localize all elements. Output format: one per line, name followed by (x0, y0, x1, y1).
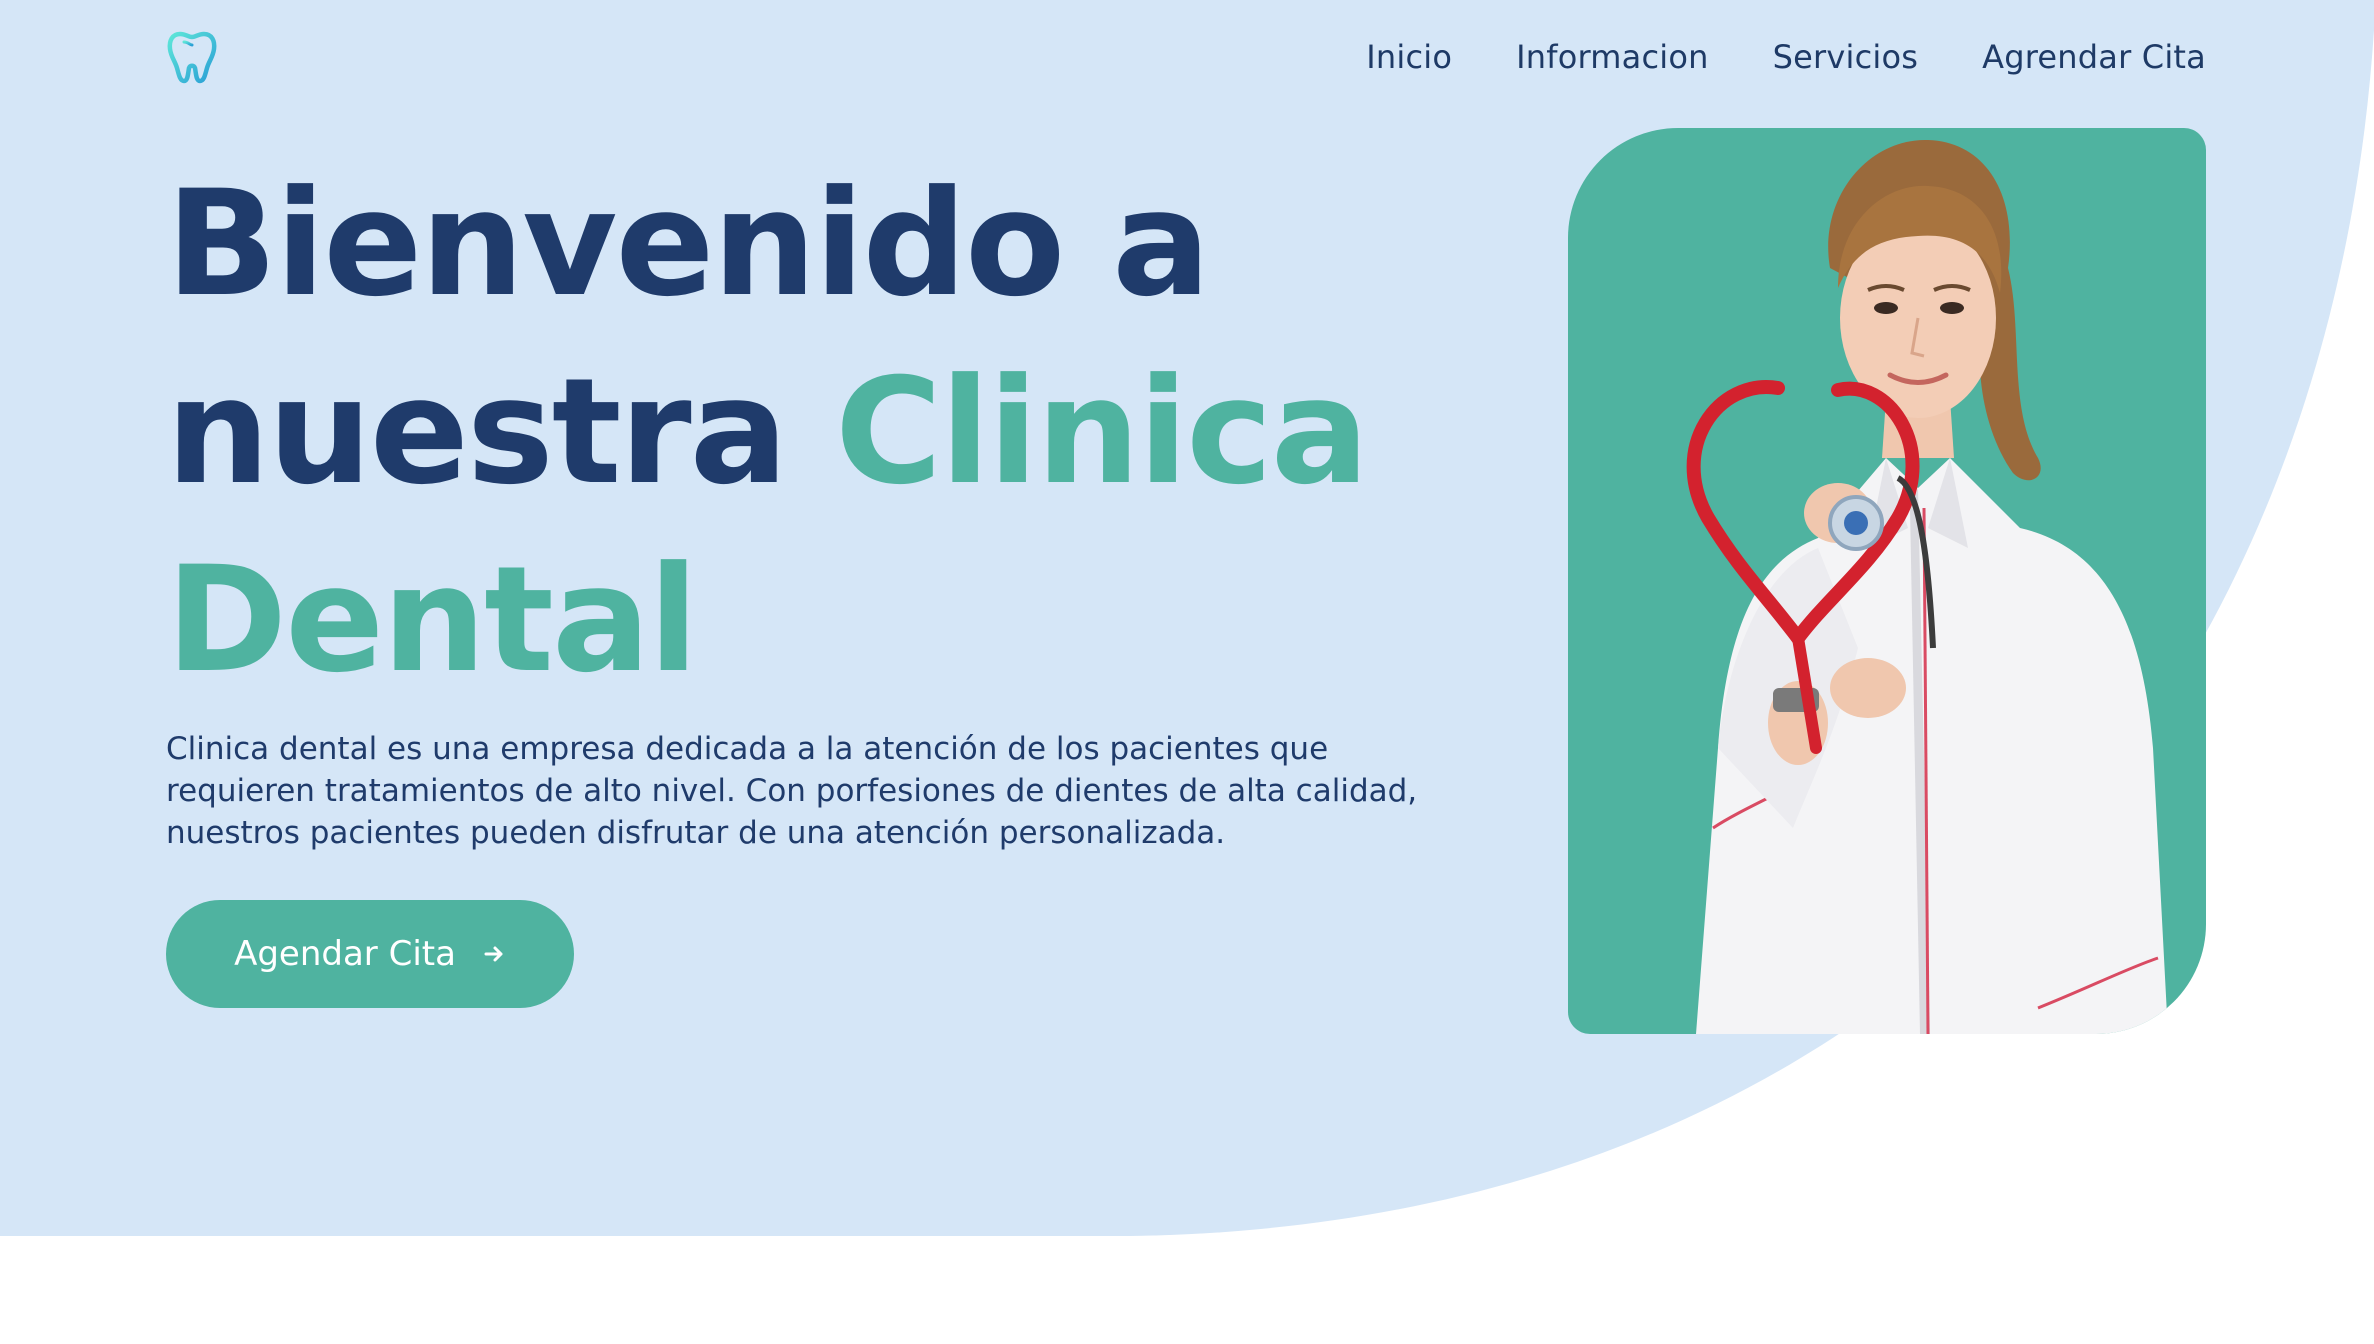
nav-link-inicio[interactable]: Inicio (1366, 38, 1452, 76)
hero-title-line3-accent: Dental (166, 535, 699, 705)
tooth-icon[interactable] (166, 30, 218, 84)
hero-description: Clinica dental es una empresa dedicada a… (166, 731, 1418, 851)
hero-title-line1: Bienvenido a (166, 159, 1211, 329)
main-nav: Inicio Informacion Servicios Agrendar Ci… (1366, 38, 2206, 76)
nav-link-agendar-cita[interactable]: Agrendar Cita (1982, 38, 2206, 76)
arrow-right-icon (484, 946, 503, 962)
nav-link-servicios[interactable]: Servicios (1773, 38, 1919, 76)
cta-label: Agendar Cita (234, 934, 456, 974)
nav-link-informacion[interactable]: Informacion (1516, 38, 1708, 76)
doctor-photo (1568, 128, 2206, 1034)
hero-title-line2-accent: Clinica (834, 347, 1369, 517)
agendar-cita-button[interactable]: Agendar Cita (166, 900, 574, 1008)
hero-title: Bienvenido a nuestra Clinica Dental (166, 150, 1369, 714)
hero-title-line2-dark: nuestra (166, 347, 788, 517)
